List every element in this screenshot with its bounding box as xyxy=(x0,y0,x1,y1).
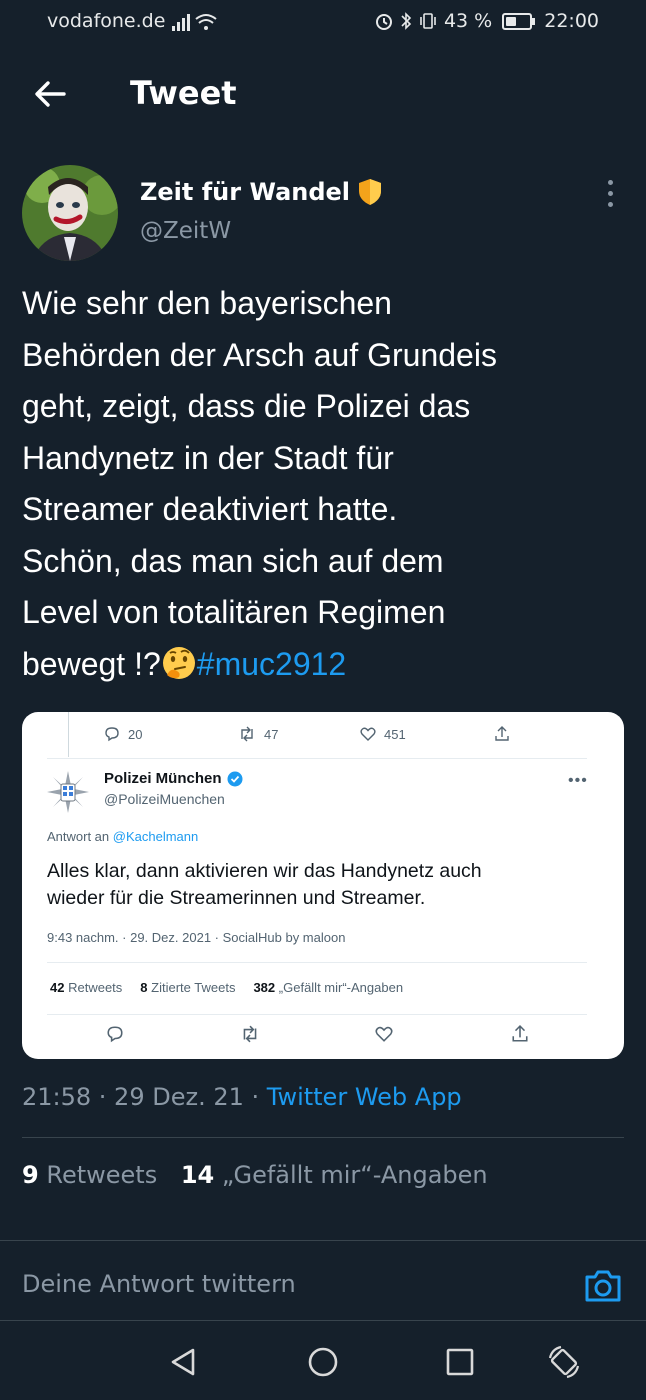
embedded-timestamp: 9:43 nachm. · 29. Dez. 2021 · SocialHub … xyxy=(47,930,346,945)
embedded-more-icon: ••• xyxy=(568,772,588,789)
shield-icon xyxy=(359,179,382,205)
rotate-screen-icon[interactable] xyxy=(546,1344,582,1380)
tweet-timestamp: 21:58 · 29 Dez. 21 · xyxy=(22,1083,267,1111)
embedded-image[interactable]: 20 47 451 Polizei München @PolizeiMuench… xyxy=(22,712,624,1059)
share-icon xyxy=(494,726,510,742)
thinking-face-emoji-icon xyxy=(162,646,195,679)
embedded-stats: 42 Retweets 8 Zitierte Tweets 382 „Gefäl… xyxy=(50,980,404,995)
retweets-stat[interactable]: 9 Retweets xyxy=(22,1161,157,1189)
back-triangle-icon[interactable] xyxy=(165,1344,201,1380)
camera-icon[interactable] xyxy=(583,1268,623,1304)
heart-icon xyxy=(360,727,376,741)
share-icon xyxy=(512,1025,528,1042)
status-bar: vodafone.de 43 % 22:00 xyxy=(0,0,646,44)
divider xyxy=(0,1320,646,1321)
reply-to-label: Antwort an @Kachelmann xyxy=(47,829,199,844)
divider xyxy=(22,1137,624,1138)
tweet-line-last: bewegt !? #muc2912 xyxy=(22,639,622,691)
source-app-link[interactable]: Twitter Web App xyxy=(267,1083,462,1111)
tweet-line: geht, zeigt, dass die Polizei das xyxy=(22,388,471,424)
embedded-like-count: 451 xyxy=(360,726,406,742)
author-handle[interactable]: @ZeitW xyxy=(140,218,231,244)
verified-badge-icon xyxy=(227,771,243,786)
avatar[interactable] xyxy=(22,165,118,261)
carrier-label: vodafone.de xyxy=(47,10,166,32)
tweet-text: Wie sehr den bayerischen Behörden der Ar… xyxy=(22,278,622,690)
embedded-tweet-text: Alles klar, dann aktivieren wir das Hand… xyxy=(47,860,482,909)
page-title: Tweet xyxy=(130,74,237,112)
embedded-author-handle: @PolizeiMuenchen xyxy=(104,791,225,807)
author-name-text: Zeit für Wandel xyxy=(140,178,351,206)
battery-fill xyxy=(506,16,516,26)
tweet-line: Wie sehr den bayerischen xyxy=(22,285,392,321)
more-options-icon[interactable] xyxy=(598,180,622,210)
reply-input[interactable]: Deine Antwort twittern xyxy=(22,1270,296,1298)
home-circle-icon[interactable] xyxy=(305,1344,341,1380)
vibrate-icon xyxy=(420,13,436,29)
likes-stat[interactable]: 14 „Gefällt mir“-Angaben xyxy=(181,1161,488,1189)
reply-icon xyxy=(107,1026,123,1043)
tweet-line: Level von totalitären Regimen xyxy=(22,594,446,630)
divider xyxy=(47,758,587,759)
retweet-icon xyxy=(243,1025,257,1043)
embedded-reply-count: 20 xyxy=(104,726,142,742)
system-navigation-bar xyxy=(0,1322,646,1400)
clock: 22:00 xyxy=(544,10,599,32)
tweet-line: Handynetz in der Stadt für xyxy=(22,439,394,476)
back-arrow-icon[interactable] xyxy=(30,74,70,114)
recents-square-icon[interactable] xyxy=(442,1344,478,1380)
embedded-author-name: Polizei München xyxy=(104,770,243,787)
battery-percent: 43 % xyxy=(443,10,493,32)
police-star-logo xyxy=(47,771,89,813)
retweet-icon xyxy=(241,726,253,742)
alarm-icon xyxy=(375,14,392,30)
signal-wifi-icon xyxy=(172,12,218,37)
battery-icon xyxy=(502,12,536,30)
bluetooth-icon xyxy=(401,12,412,30)
mention-link: @Kachelmann xyxy=(112,829,199,844)
author-name[interactable]: Zeit für Wandel xyxy=(140,178,382,206)
tweet-line: Behörden der Arsch auf Grundeis xyxy=(22,336,497,373)
divider xyxy=(0,1240,646,1241)
hashtag-link[interactable]: #muc2912 xyxy=(197,646,346,682)
tweet-line: Streamer deaktiviert hatte. xyxy=(22,491,398,527)
tweet-line: bewegt !? xyxy=(22,645,161,682)
tweet-meta: 21:58 · 29 Dez. 21 · Twitter Web App xyxy=(22,1083,462,1111)
thread-line xyxy=(68,712,69,757)
divider xyxy=(47,1014,587,1015)
tweet-line: Schön, das man sich auf dem xyxy=(22,542,444,579)
reply-icon xyxy=(105,727,119,742)
engagement-counts: 9 Retweets 14 „Gefällt mir“-Angaben xyxy=(22,1161,488,1189)
top-app-bar: Tweet xyxy=(0,56,646,136)
divider xyxy=(47,962,587,963)
embedded-retweet-count: 47 xyxy=(238,726,278,742)
heart-icon xyxy=(375,1026,393,1042)
